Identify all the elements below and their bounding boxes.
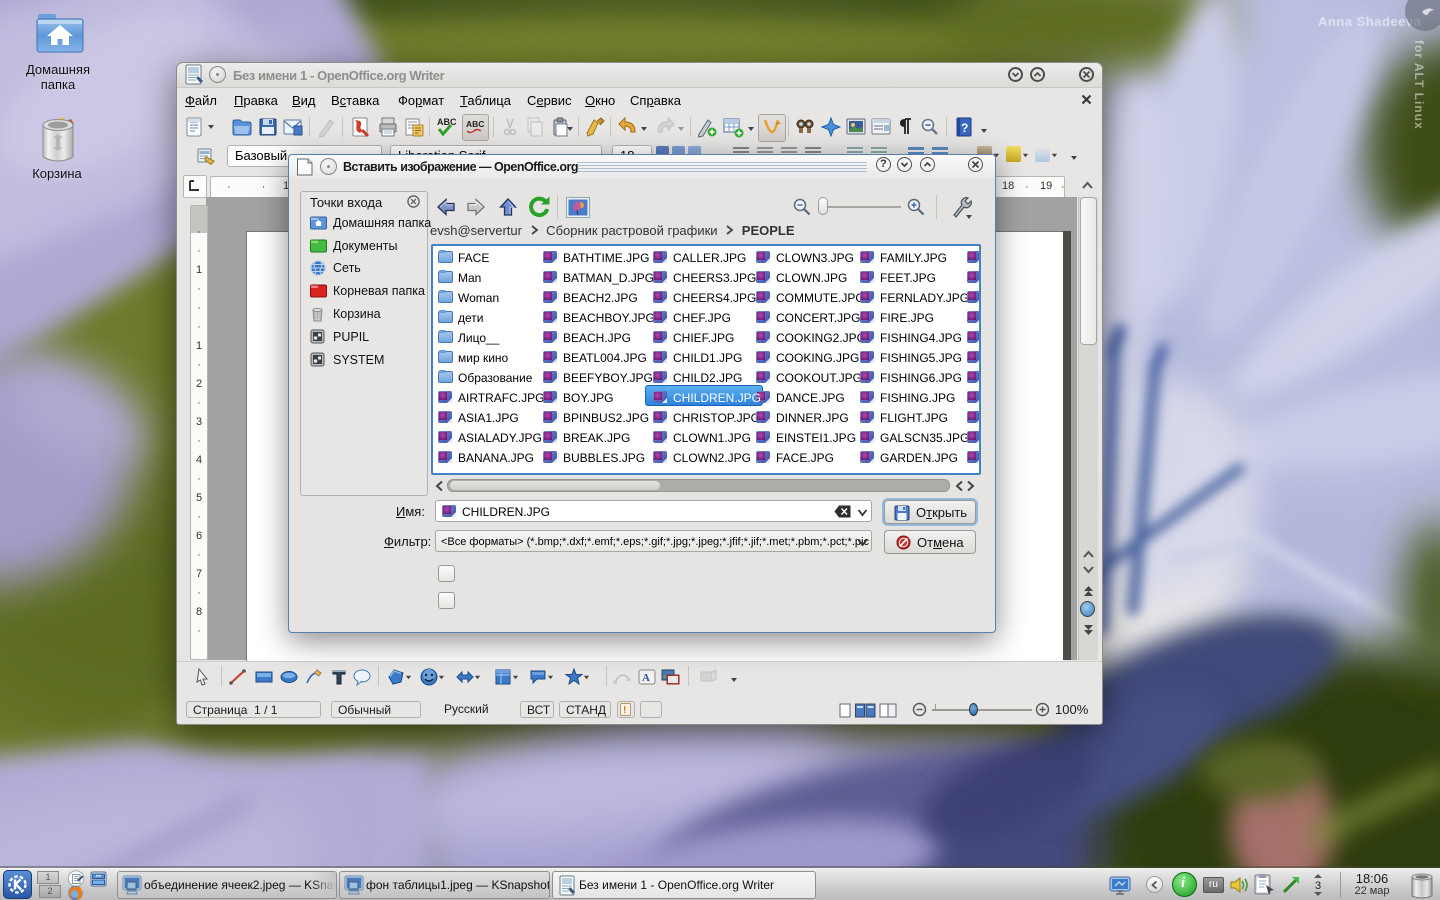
- svg-text:A: A: [642, 672, 650, 684]
- svg-text:!: !: [623, 705, 626, 716]
- svg-text:ABC: ABC: [466, 119, 484, 129]
- svg-text:ABC: ABC: [437, 117, 457, 127]
- svg-text:?: ?: [961, 121, 968, 135]
- svg-text:3: 3: [1315, 880, 1321, 892]
